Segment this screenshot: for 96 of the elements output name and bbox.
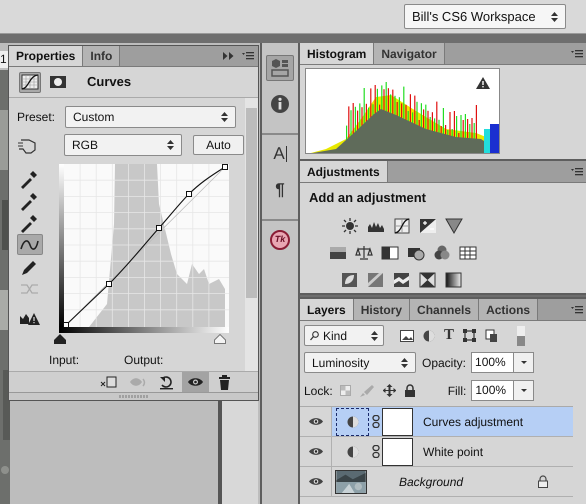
clip-to-layer-icon xyxy=(100,374,117,390)
curve-tool-button[interactable] xyxy=(17,234,43,255)
adjustment-filter-icon[interactable] xyxy=(423,330,435,342)
model-panel-button[interactable] xyxy=(266,55,294,81)
adjustment-layer-icon xyxy=(346,416,358,428)
eye-button[interactable] xyxy=(182,372,209,392)
layer-row[interactable]: White point xyxy=(300,437,573,467)
channel-dropdown[interactable]: RGB xyxy=(64,134,182,156)
preset-label: Preset: xyxy=(17,109,56,126)
scrollbar[interactable] xyxy=(245,98,258,371)
updown-arrows-icon xyxy=(221,112,228,122)
reset-icon xyxy=(158,374,175,390)
gradient-icon[interactable] xyxy=(445,270,463,288)
link-icon xyxy=(372,415,380,428)
paragraph-panel-button[interactable]: ¶ xyxy=(266,177,294,203)
color-circles-icon[interactable] xyxy=(433,244,451,262)
updown-arrows-icon xyxy=(401,358,408,368)
panel-menu-icon[interactable] xyxy=(571,306,583,314)
cube-icon xyxy=(270,58,290,78)
layer-name: Curves adjustment xyxy=(423,414,524,430)
auto-button[interactable]: Auto xyxy=(193,135,244,155)
preset-dropdown[interactable]: Custom xyxy=(65,106,236,128)
layer-mask-thumbnail xyxy=(382,408,413,436)
blend-mode-dropdown[interactable]: Luminosity xyxy=(304,352,416,373)
trash-icon xyxy=(216,374,233,390)
panel-menu-icon[interactable] xyxy=(571,50,583,58)
layer-row[interactable]: Background xyxy=(300,467,573,497)
updown-arrows-icon xyxy=(551,12,558,22)
adjustment-mode-button[interactable] xyxy=(19,72,41,92)
caret-icon xyxy=(520,361,527,364)
tool-presets-button[interactable]: Tk xyxy=(266,227,294,253)
curves-graph[interactable] xyxy=(59,164,229,327)
opacity-dropdown-button[interactable] xyxy=(514,352,534,373)
curves-icon[interactable] xyxy=(393,216,411,234)
image-filter-icon[interactable] xyxy=(400,330,414,342)
panel-tab[interactable]: Histogram xyxy=(300,43,374,64)
type-filter-icon[interactable]: T xyxy=(444,328,454,343)
kind-filter-dropdown[interactable]: Kind xyxy=(304,325,384,346)
caret-icon xyxy=(520,389,527,392)
fill-label: Fill: xyxy=(448,382,466,400)
character-panel-button[interactable]: A xyxy=(266,141,294,167)
panel-menu-icon[interactable] xyxy=(571,168,583,176)
panel-tab[interactable]: Channels xyxy=(410,299,480,320)
posterize-icon[interactable] xyxy=(367,270,385,288)
threshold-icon[interactable] xyxy=(393,270,411,288)
brightness-icon[interactable] xyxy=(341,216,359,234)
panel-tab[interactable]: Properties xyxy=(9,46,84,66)
layer-mask-thumbnail xyxy=(382,438,413,466)
panel-tab[interactable]: Navigator xyxy=(374,43,445,64)
smart-object-filter-icon[interactable] xyxy=(485,328,498,342)
invert-icon[interactable] xyxy=(341,270,359,288)
highlight-spikes xyxy=(484,124,499,153)
curves-grid-icon xyxy=(19,72,41,92)
hourglass-icon[interactable] xyxy=(419,270,437,288)
opacity-field[interactable]: 100% xyxy=(471,352,514,373)
panel-tab[interactable]: Info xyxy=(83,46,120,66)
balance-icon[interactable] xyxy=(355,244,373,262)
panel-title: Curves xyxy=(87,73,132,92)
panel-tab[interactable]: Layers xyxy=(300,299,354,320)
layer-name: White point xyxy=(423,444,484,460)
lock-icon xyxy=(538,475,548,488)
exposure-icon[interactable] xyxy=(419,216,437,234)
tool-presets-badge: Tk xyxy=(270,230,290,250)
fill-field[interactable]: 100% xyxy=(471,380,514,401)
collapse-icon[interactable] xyxy=(223,52,234,60)
fill-dropdown-button[interactable] xyxy=(514,380,534,401)
output-label: Output: xyxy=(124,352,164,369)
workspace-dropdown[interactable]: Bill's CS6 Workspace xyxy=(404,4,566,29)
adjustment-layer-icon xyxy=(346,446,358,458)
filter-toggle[interactable] xyxy=(517,326,526,346)
triangle-icon[interactable] xyxy=(445,216,463,234)
layer-row[interactable]: Curves adjustment xyxy=(300,407,573,437)
link-icon xyxy=(372,445,380,458)
layer-name: Background xyxy=(399,474,464,490)
grid-icon[interactable] xyxy=(459,244,477,262)
move-icon[interactable] xyxy=(382,384,396,397)
eye-icon[interactable] xyxy=(308,447,322,456)
lock-label: Lock: xyxy=(304,382,333,400)
info-icon xyxy=(270,94,290,114)
panel-menu-icon[interactable] xyxy=(242,52,254,60)
eye-icon[interactable] xyxy=(308,417,322,426)
input-label: Input: xyxy=(49,352,80,369)
panel-tab[interactable]: Actions xyxy=(479,299,538,320)
search-icon xyxy=(310,330,319,340)
panel-tab[interactable]: History xyxy=(354,299,410,320)
warning-icon[interactable] xyxy=(476,77,490,89)
lock-icon[interactable] xyxy=(404,384,415,397)
panel-tab[interactable]: Adjustments xyxy=(300,161,388,182)
split-square-icon[interactable] xyxy=(381,244,399,262)
eye-icon[interactable] xyxy=(308,477,322,486)
shape-filter-icon[interactable] xyxy=(463,329,476,342)
opacity-label: Opacity: xyxy=(422,354,466,372)
resize-grip-icon[interactable] xyxy=(118,395,148,398)
updown-arrows-icon xyxy=(371,330,378,340)
updown-arrows-icon xyxy=(167,140,174,150)
panel-heading: Add an adjustment xyxy=(309,189,428,207)
